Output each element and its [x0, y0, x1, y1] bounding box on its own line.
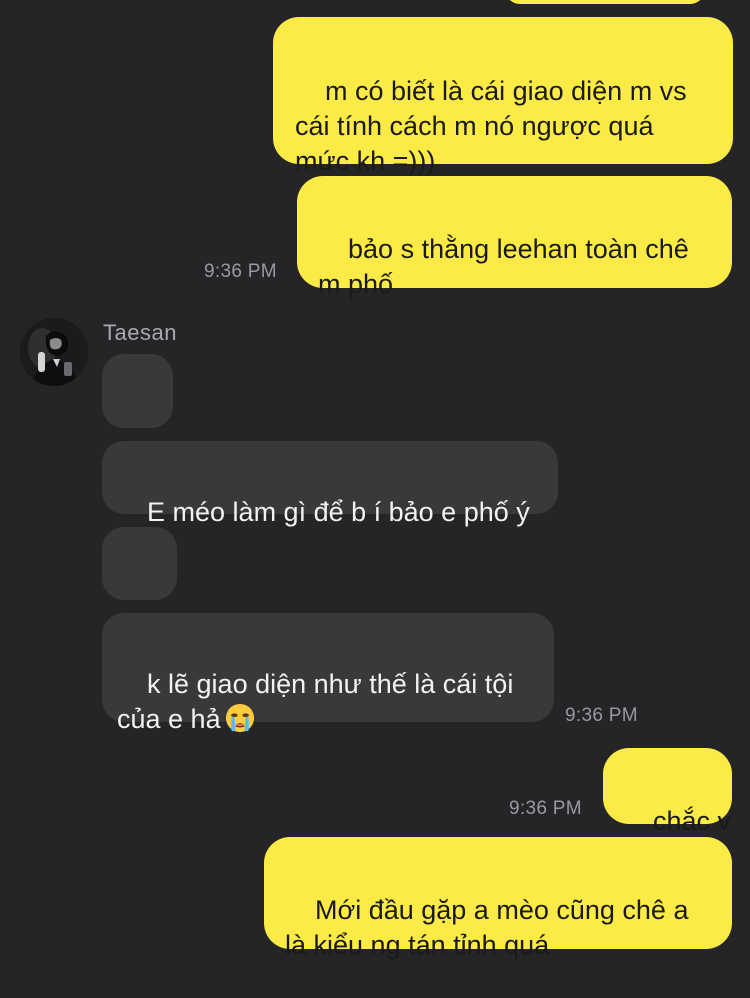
avatar[interactable] [20, 318, 88, 386]
message-text: Mới đầu gặp a mèo cũng chê a là kiểu ng … [285, 895, 689, 960]
sender-name: Taesan [103, 320, 177, 345]
message-bubble-incoming[interactable]: ??? [102, 527, 177, 648]
chat-thread[interactable]: m có biết là cái giao diện m vs cái tính… [0, 0, 750, 961]
message-bubble-incoming[interactable]: Má [102, 354, 173, 475]
message-bubble-outgoing[interactable]: Mới đầu gặp a mèo cũng chê a là kiểu ng … [264, 837, 732, 960]
message-bubble-outgoing[interactable]: m có biết là cái giao diện m vs cái tính… [273, 17, 733, 176]
message-bubble-incoming[interactable]: k lẽ giao diện như thế là cái tội của e … [102, 613, 554, 734]
message-timestamp: 9:36 PM [509, 798, 582, 819]
person-photo-icon [20, 318, 88, 386]
message-text: bảo s thằng leehan toàn chê m phố [318, 234, 689, 299]
message-bubble-outgoing[interactable]: chắc v [603, 748, 732, 836]
message-bubble-incoming[interactable]: E méo làm gì để b í bảo e phố ý [102, 441, 558, 527]
message-text: chắc v [653, 806, 732, 836]
message-text: E méo làm gì để b í bảo e phố ý [147, 497, 530, 527]
crying-face-icon [225, 703, 254, 733]
message-bubble-outgoing-previous[interactable] [505, 0, 705, 4]
message-bubble-outgoing[interactable]: bảo s thằng leehan toàn chê m phố [297, 176, 732, 299]
message-timestamp: 9:36 PM [204, 261, 277, 282]
message-timestamp: 9:36 PM [565, 705, 638, 726]
message-text: m có biết là cái giao diện m vs cái tính… [295, 76, 687, 176]
message-text: k lẽ giao diện như thế là cái tội của e … [117, 669, 514, 734]
